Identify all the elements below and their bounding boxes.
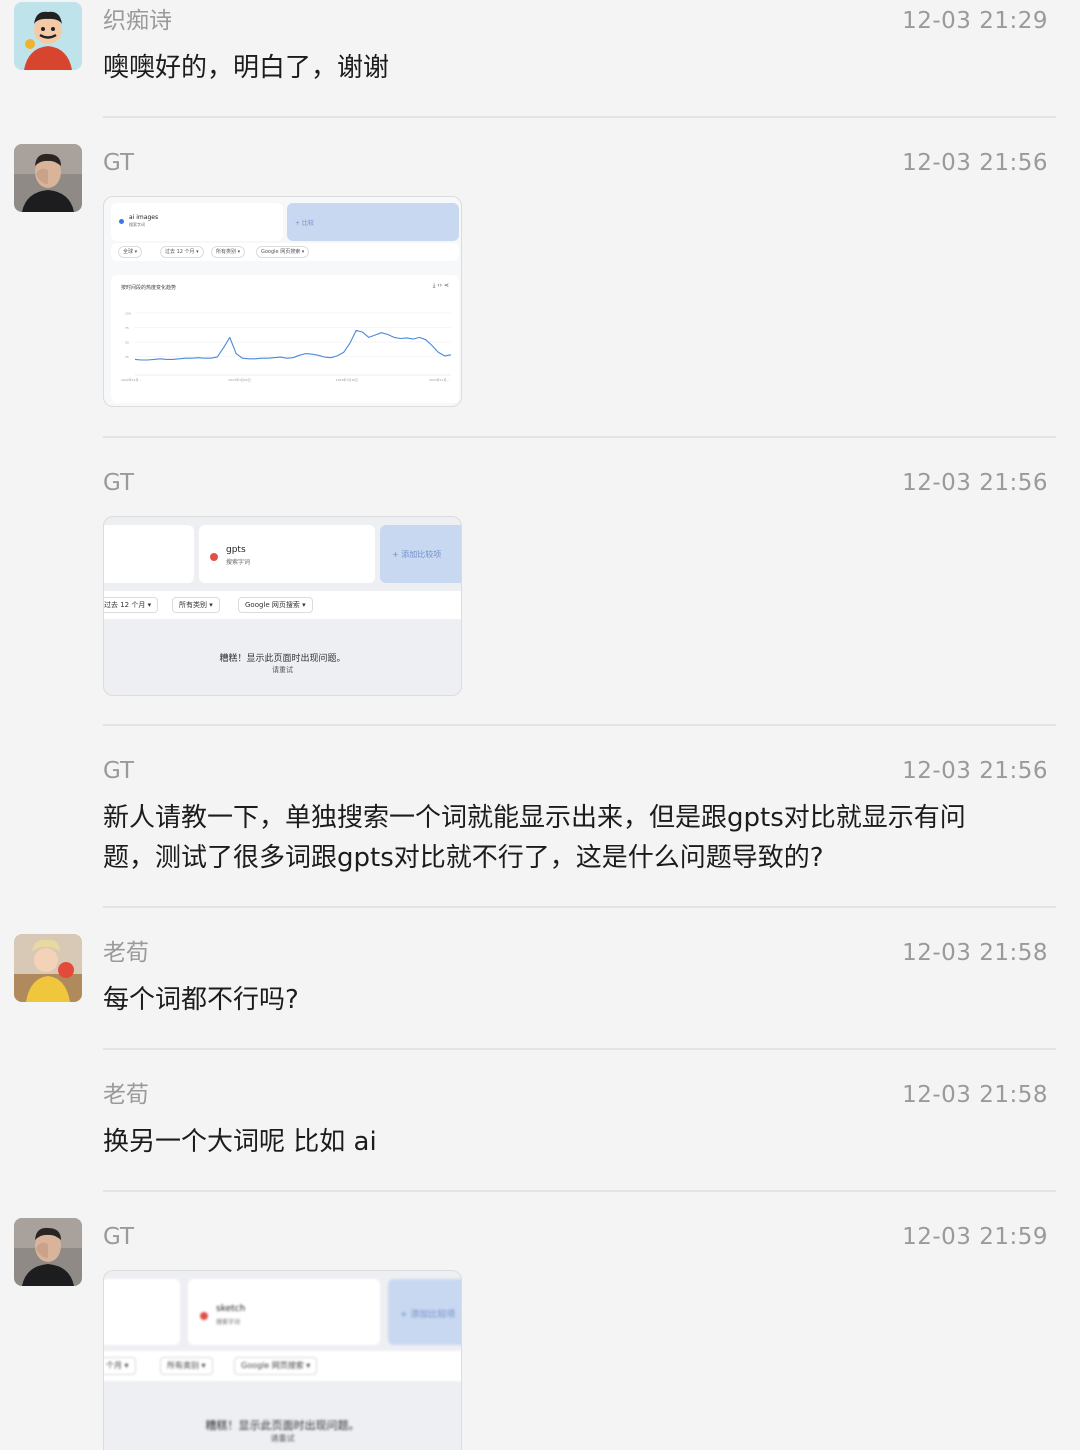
sender-name: 老荀 bbox=[103, 1082, 149, 1108]
avatar[interactable] bbox=[14, 1218, 82, 1286]
message-text: 换另一个大词呢 比如 ai bbox=[103, 1127, 377, 1157]
filter-search-type: Google 网页搜索 ▾ bbox=[234, 1357, 318, 1375]
filter-category: 所有类别 ▾ bbox=[211, 246, 246, 258]
search-term: sketch bbox=[216, 1304, 246, 1314]
sender-name: GT bbox=[103, 470, 135, 496]
term-dot-icon bbox=[119, 219, 124, 224]
message-time: 12-03 21:59 bbox=[902, 1224, 1048, 1250]
compare-label: + 比较 bbox=[295, 220, 314, 227]
error-message: 糟糕！显示此页面时出现问题。 bbox=[205, 1419, 360, 1432]
message-divider bbox=[103, 436, 1056, 438]
compare-card: + 添加比较项 bbox=[380, 525, 461, 583]
message-divider bbox=[103, 1190, 1056, 1192]
term-dot-icon bbox=[200, 1312, 208, 1320]
x-tick-label: 2023年11月… bbox=[429, 377, 449, 382]
avatar[interactable] bbox=[14, 934, 82, 1002]
message-text: 噢噢好的，明白了，谢谢 bbox=[103, 53, 390, 83]
y-tick-label: 50 bbox=[125, 341, 129, 345]
search-term: ai images bbox=[129, 214, 159, 221]
sender-name: GT bbox=[103, 1224, 135, 1250]
image-attachment[interactable]: gpts 搜索字词 + 添加比较项 过去 12 个月 ▾ 所有类别 ▾ Goog… bbox=[103, 516, 462, 696]
retry-link: 请重试 bbox=[270, 1434, 295, 1443]
search-term-card: ai images 搜索字词 bbox=[111, 203, 283, 241]
search-term-card: gpts 搜索字词 bbox=[199, 525, 375, 583]
avatar-photo-image bbox=[14, 1218, 82, 1286]
message-divider bbox=[103, 906, 1056, 908]
y-tick-label: 25 bbox=[125, 355, 129, 359]
message-time: 12-03 21:58 bbox=[902, 1082, 1048, 1108]
image-attachment[interactable]: ai images 搜索字词 + 比较 全球 ▾ 过去 12 个月 ▾ 所有类别… bbox=[103, 196, 462, 407]
x-tick-label: 2022年12月… bbox=[121, 377, 141, 382]
avatar-cartoon-image bbox=[14, 2, 82, 70]
message-time: 12-03 21:58 bbox=[902, 940, 1048, 966]
message-text: 新人请教一下，单独搜索一个词就能显示出来，但是跟gpts对比就显示有问 题，测试… bbox=[103, 798, 1040, 878]
avatar-photo-image bbox=[14, 144, 82, 212]
search-term-card-blank bbox=[104, 1279, 180, 1345]
avatar-photo-image bbox=[14, 934, 82, 1002]
term-dot-icon bbox=[210, 553, 218, 561]
search-term-subtitle: 搜索字词 bbox=[216, 1319, 241, 1326]
sender-name: 织痴诗 bbox=[103, 8, 172, 34]
search-term: gpts bbox=[226, 545, 246, 555]
filter-time: 过去 12 个月 ▾ bbox=[160, 246, 204, 258]
avatar[interactable] bbox=[14, 144, 82, 212]
filter-category: 所有类别 ▾ bbox=[160, 1357, 213, 1375]
blurred-screenshot: sketch 搜索字词 + 添加比较项 个月 ▾ 所有类别 ▾ Google 网… bbox=[104, 1271, 461, 1450]
filter-search-type: Google 网页搜索 ▾ bbox=[256, 246, 310, 258]
message-time: 12-03 21:56 bbox=[902, 758, 1048, 784]
filter-search-type: Google 网页搜索 ▾ bbox=[238, 597, 313, 613]
y-tick-label: 75 bbox=[125, 326, 129, 330]
message-divider bbox=[103, 1048, 1056, 1050]
filter-region: 全球 ▾ bbox=[118, 246, 143, 258]
sender-name: GT bbox=[103, 758, 135, 784]
message-text: 每个词都不行吗? bbox=[103, 985, 299, 1015]
trend-series-line bbox=[134, 329, 452, 361]
search-term-card-blank bbox=[104, 525, 194, 583]
avatar[interactable] bbox=[14, 2, 82, 70]
search-term-subtitle: 搜索字词 bbox=[226, 559, 251, 566]
x-tick-label: 2023年7月16日 bbox=[336, 377, 358, 382]
compare-card: + 添加比较项 bbox=[388, 1279, 461, 1345]
filter-time: 个月 ▾ bbox=[104, 1357, 136, 1375]
message-text-line: 题，测试了很多词跟gpts对比就不行了，这是什么问题导致的? bbox=[103, 843, 824, 873]
filter-category: 所有类别 ▾ bbox=[172, 597, 220, 613]
compare-card: + 比较 bbox=[287, 203, 459, 241]
y-tick-label: 100 bbox=[125, 312, 131, 316]
message-time: 12-03 21:29 bbox=[902, 8, 1048, 34]
message-time: 12-03 21:56 bbox=[902, 150, 1048, 176]
compare-label: + 添加比较项 bbox=[400, 1310, 456, 1320]
trend-line-chart: 100 75 50 25 2022年12月… 2023年3月26日 2023年7月16日 20… bbox=[121, 312, 452, 382]
filter-time: 过去 12 个月 ▾ bbox=[104, 597, 159, 613]
sender-name: GT bbox=[103, 150, 135, 176]
retry-link: 请重试 bbox=[272, 666, 293, 674]
compare-label: + 添加比较项 bbox=[392, 550, 442, 559]
chart-card: 按时间段的热度变化趋势 ⤓ ‹› ⋖ 100 75 50 25 2022年12月… 202… bbox=[111, 275, 459, 403]
message-time: 12-03 21:56 bbox=[902, 470, 1048, 496]
message-divider bbox=[103, 116, 1056, 118]
error-message: 糟糕！显示此页面时出现问题。 bbox=[219, 654, 346, 664]
sender-name: 老荀 bbox=[103, 940, 149, 966]
search-term-card: sketch 搜索字词 bbox=[188, 1279, 380, 1345]
image-attachment[interactable]: sketch 搜索字词 + 添加比较项 个月 ▾ 所有类别 ▾ Google 网… bbox=[103, 1270, 462, 1450]
message-divider bbox=[103, 724, 1056, 726]
search-term-subtitle: 搜索字词 bbox=[129, 222, 145, 227]
message-text-line: 新人请教一下，单独搜索一个词就能显示出来，但是跟gpts对比就显示有问 bbox=[103, 803, 966, 833]
x-tick-label: 2023年3月26日 bbox=[228, 377, 250, 382]
